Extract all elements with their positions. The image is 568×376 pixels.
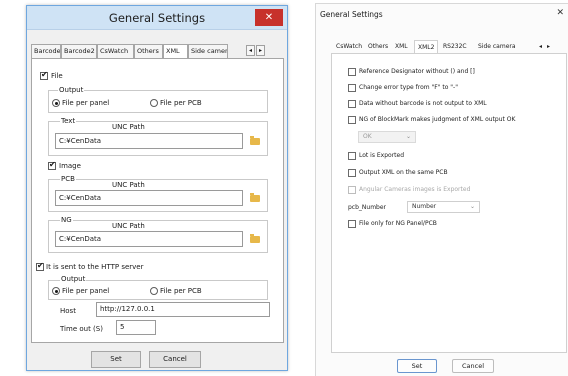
ref-designator-checkbox[interactable] bbox=[348, 68, 356, 76]
http-file-per-pcb-radio[interactable] bbox=[150, 287, 158, 295]
tab-others[interactable]: Others bbox=[365, 40, 391, 53]
dialog-title: General Settings bbox=[320, 10, 383, 19]
file-per-pcb-label: File per PCB bbox=[160, 99, 202, 107]
tab-cswatch[interactable]: CsWatch bbox=[333, 40, 363, 53]
close-button[interactable]: ✕ bbox=[255, 9, 283, 26]
change-error-checkbox[interactable] bbox=[348, 84, 356, 92]
host-input[interactable]: http://127.0.0.1 bbox=[96, 302, 270, 317]
tab-barcode[interactable]: Barcode bbox=[31, 44, 61, 58]
chevron-down-icon: ⌄ bbox=[405, 133, 411, 140]
pcb-browse-folder-icon[interactable] bbox=[250, 193, 260, 202]
http-file-per-pcb-label: File per PCB bbox=[160, 287, 202, 295]
text-path-input[interactable]: C:¥CenData bbox=[55, 133, 243, 149]
title-bar: General Settings ✕ bbox=[27, 6, 287, 30]
tab-xml[interactable]: XML bbox=[163, 44, 188, 59]
tab-barcode2[interactable]: Barcode2 bbox=[61, 44, 97, 58]
angular-cameras-checkbox bbox=[348, 186, 356, 194]
tab-xml2[interactable]: XML2 bbox=[414, 40, 438, 54]
no-barcode-checkbox[interactable] bbox=[348, 100, 356, 108]
image-checkbox[interactable] bbox=[48, 160, 56, 170]
timeout-label: Time out (S) bbox=[60, 325, 103, 333]
text-browse-folder-icon[interactable] bbox=[250, 136, 260, 145]
pcb-number-value: Number bbox=[412, 203, 437, 210]
general-settings-dialog-xml: General Settings ✕ Barcode Barcode2 CsWa… bbox=[26, 5, 288, 371]
ng-browse-folder-icon[interactable] bbox=[250, 234, 260, 243]
file-output-title: Output bbox=[58, 86, 85, 94]
tab-cswatch[interactable]: CsWatch bbox=[97, 44, 134, 58]
tab-scroll-left-icon[interactable]: ◂ bbox=[246, 45, 255, 56]
general-settings-dialog-xml2: General Settings ✕ CsWatch Others XML XM… bbox=[315, 3, 568, 376]
ref-designator-label: Reference Designator without () and [] bbox=[359, 68, 475, 75]
change-error-label: Change error type from "F" to "-" bbox=[359, 84, 458, 91]
cancel-button[interactable]: Cancel bbox=[149, 351, 201, 368]
file-checkbox-label: File bbox=[51, 72, 63, 80]
file-per-pcb-radio[interactable] bbox=[150, 99, 158, 107]
xml-tab-panel: File Output File per panel File per PCB … bbox=[31, 58, 284, 343]
pcb-group-title: PCB bbox=[60, 175, 76, 183]
tab-side-camera[interactable]: Side camera bbox=[475, 40, 521, 53]
timeout-input[interactable]: 5 bbox=[116, 320, 156, 335]
http-output-title: Output bbox=[60, 275, 87, 283]
output-same-pcb-checkbox[interactable] bbox=[348, 169, 356, 177]
file-per-panel-radio[interactable] bbox=[52, 99, 60, 107]
pcb-unc-label: UNC Path bbox=[112, 181, 145, 189]
lot-exported-label: Lot is Exported bbox=[359, 152, 405, 159]
no-barcode-label: Data without barcode is not output to XM… bbox=[359, 100, 487, 107]
file-per-panel-label: File per panel bbox=[62, 99, 110, 107]
ng-group-title: NG bbox=[60, 216, 73, 224]
set-button[interactable]: Set bbox=[91, 351, 141, 368]
ok-judgment-value: OK bbox=[363, 133, 372, 140]
close-icon[interactable]: ✕ bbox=[556, 8, 564, 18]
tab-xml[interactable]: XML bbox=[392, 40, 412, 53]
ng-path-input[interactable]: C:¥CenData bbox=[55, 231, 243, 247]
text-group-title: Text bbox=[60, 117, 77, 125]
tab-side-camera[interactable]: Side camera bbox=[188, 44, 228, 58]
ng-unc-label: UNC Path bbox=[112, 222, 145, 230]
tab-scroll-right-icon[interactable]: ▸ bbox=[544, 40, 552, 53]
http-file-per-panel-radio[interactable] bbox=[52, 287, 60, 295]
text-unc-label: UNC Path bbox=[112, 123, 145, 131]
ng-only-label: File only for NG Panel/PCB bbox=[359, 220, 437, 227]
http-server-checkbox-label: It is sent to the HTTP server bbox=[46, 263, 144, 271]
tab-others[interactable]: Others bbox=[134, 44, 163, 58]
ng-only-checkbox[interactable] bbox=[348, 220, 356, 228]
file-checkbox[interactable] bbox=[40, 70, 48, 80]
chevron-down-icon: ⌄ bbox=[469, 203, 475, 210]
tab-scroll-left-icon[interactable]: ◂ bbox=[536, 40, 544, 53]
set-button[interactable]: Set bbox=[397, 359, 437, 373]
output-same-pcb-label: Output XML on the same PCB bbox=[359, 169, 448, 176]
tab-strip: Barcode Barcode2 CsWatch Others XML Side… bbox=[31, 44, 287, 59]
tab-rs232c[interactable]: RS232C bbox=[440, 40, 473, 53]
pcb-number-label: pcb_Number bbox=[348, 204, 387, 211]
ok-judgment-select: OK ⌄ bbox=[358, 131, 416, 143]
lot-exported-checkbox[interactable] bbox=[348, 152, 356, 160]
http-server-checkbox[interactable] bbox=[36, 261, 44, 271]
cancel-button[interactable]: Cancel bbox=[452, 359, 494, 373]
ng-blockmark-checkbox[interactable] bbox=[348, 116, 356, 124]
tab-scroll-right-icon[interactable]: ▸ bbox=[256, 45, 265, 56]
xml2-tab-panel: Reference Designator without () and [] C… bbox=[331, 53, 567, 353]
dialog-title: General Settings bbox=[108, 11, 206, 25]
pcb-number-select[interactable]: Number ⌄ bbox=[407, 201, 480, 213]
image-checkbox-label: Image bbox=[59, 162, 81, 170]
angular-cameras-label: Angular Cameras images is Exported bbox=[359, 186, 471, 193]
tab-strip: CsWatch Others XML XML2 RS232C Side came… bbox=[333, 40, 568, 54]
host-label: Host bbox=[60, 307, 76, 315]
pcb-path-input[interactable]: C:¥CenData bbox=[55, 190, 243, 206]
http-file-per-panel-label: File per panel bbox=[62, 287, 110, 295]
ng-blockmark-label: NG of BlockMark makes judgment of XML ou… bbox=[359, 116, 516, 123]
